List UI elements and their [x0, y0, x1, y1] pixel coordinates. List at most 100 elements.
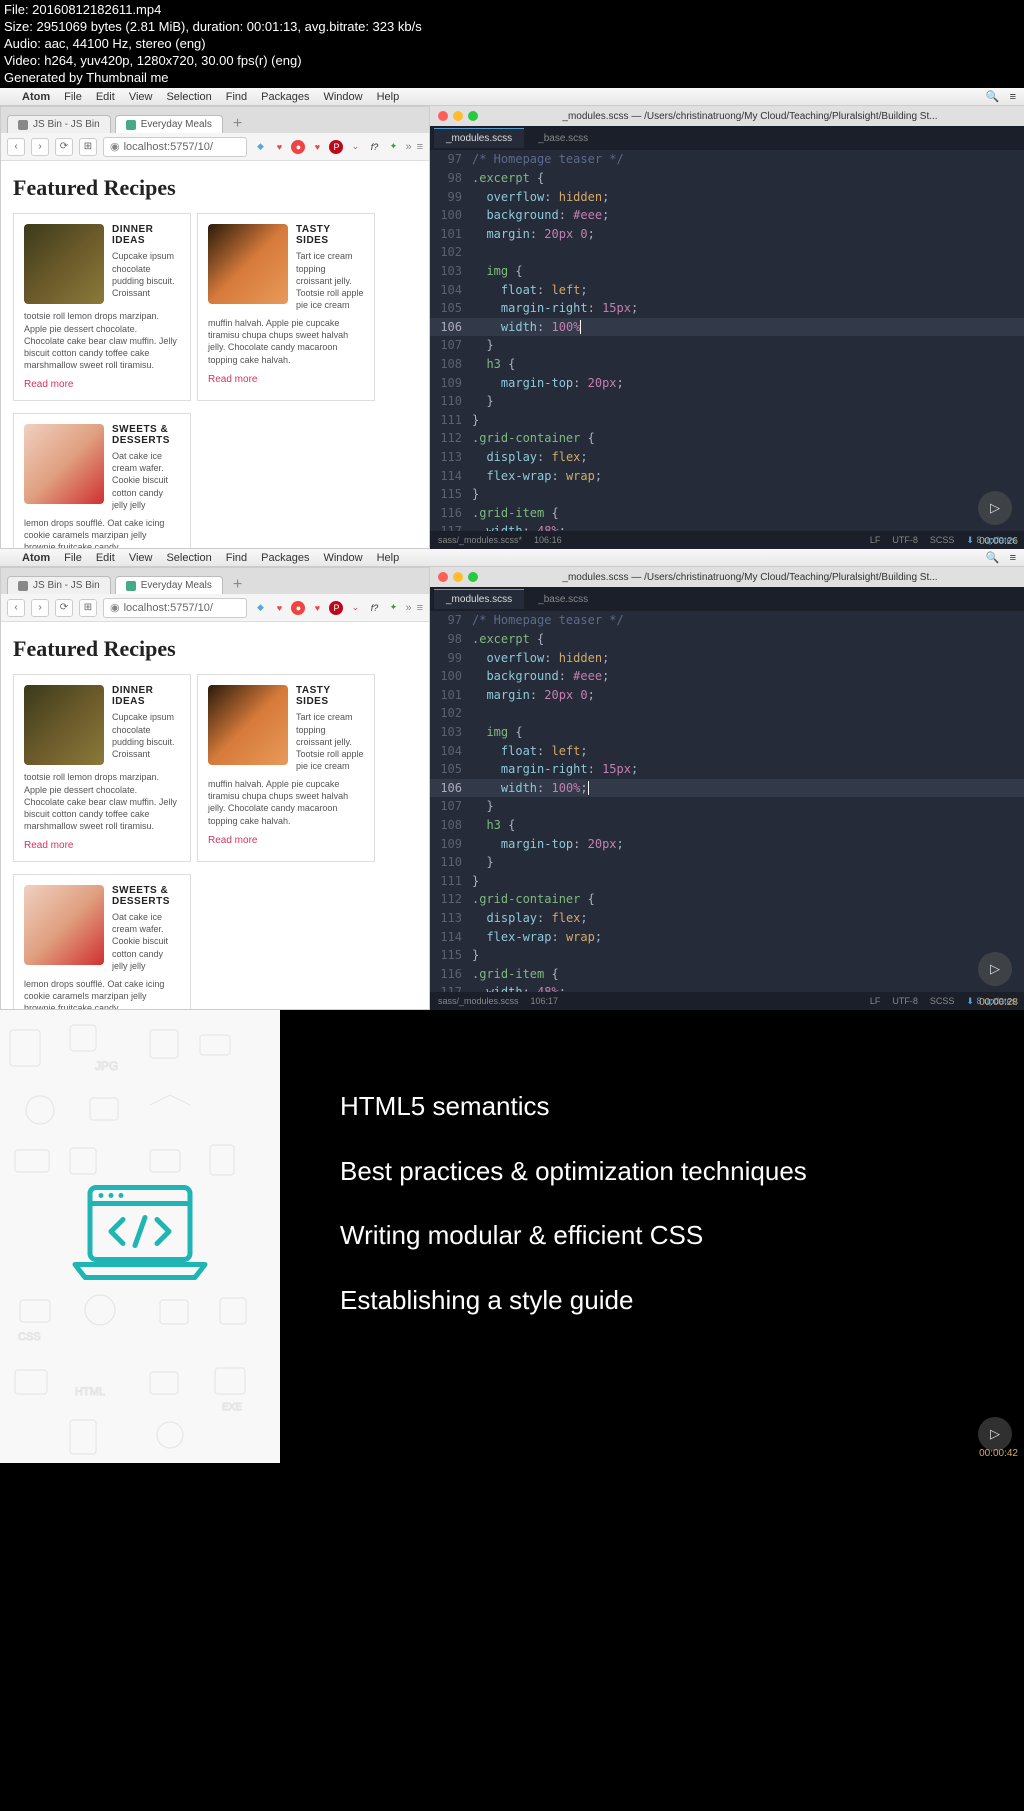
ext-icon[interactable]: f? — [367, 140, 381, 154]
page-content: Featured Recipes DINNER IDEAS Cupcake ip… — [1, 622, 429, 1009]
menu-help[interactable]: Help — [377, 91, 400, 103]
apps-button[interactable]: ⊞ — [79, 138, 97, 156]
pocket-icon[interactable]: ⌄ — [348, 601, 362, 615]
reload-button[interactable]: ⟳ — [55, 138, 73, 156]
slide-bullet: HTML5 semantics — [340, 1090, 984, 1123]
menu-icon[interactable]: ≡ — [417, 141, 423, 153]
recipe-title: SWEETS & DESSERTS — [112, 885, 180, 907]
browser-tab-meals[interactable]: Everyday Meals — [115, 115, 223, 133]
code-area[interactable]: 97/* Homepage teaser */ 98.excerpt { 99 … — [430, 611, 1024, 992]
menu-selection[interactable]: Selection — [166, 552, 211, 564]
editor-tab-base[interactable]: _base.scss — [526, 590, 600, 609]
recipe-body: tootsie roll lemon drops marzipan. Apple… — [24, 771, 180, 832]
file-info-line: Generated by Thumbnail me — [4, 70, 1020, 87]
read-more-link[interactable]: Read more — [24, 379, 180, 390]
menu-selection[interactable]: Selection — [166, 91, 211, 103]
menu-find[interactable]: Find — [226, 91, 247, 103]
code-area[interactable]: 97/* Homepage teaser */ 98.excerpt { 99 … — [430, 150, 1024, 531]
browser-tab-meals[interactable]: Everyday Meals — [115, 576, 223, 594]
ext-icon[interactable]: ♥ — [310, 601, 324, 615]
browser-tab-jsbin[interactable]: JS Bin - JS Bin — [7, 115, 111, 133]
ext-icon[interactable]: ● — [291, 601, 305, 615]
editor-titlebar: _modules.scss — /Users/christinatruong/M… — [430, 567, 1024, 587]
reload-button[interactable]: ⟳ — [55, 599, 73, 617]
timestamp: 00:00:42 — [979, 1448, 1018, 1459]
new-tab-button[interactable]: + — [227, 576, 248, 594]
back-button[interactable]: ‹ — [7, 138, 25, 156]
pinterest-icon[interactable]: P — [329, 601, 343, 615]
menu-edit[interactable]: Edit — [96, 91, 115, 103]
window-title: _modules.scss — /Users/christinatruong/M… — [484, 572, 1016, 583]
maximize-icon[interactable] — [468, 572, 478, 582]
pocket-icon[interactable]: ⌄ — [348, 140, 362, 154]
maximize-icon[interactable] — [468, 111, 478, 121]
status-lf[interactable]: LF — [870, 996, 881, 1007]
forward-button[interactable]: › — [31, 138, 49, 156]
menu-icon[interactable]: ≡ — [1010, 91, 1016, 103]
evernote-icon[interactable]: ✦ — [386, 140, 400, 154]
forward-button[interactable]: › — [31, 599, 49, 617]
ext-icon[interactable]: ♥ — [272, 601, 286, 615]
close-icon[interactable] — [438, 111, 448, 121]
overflow-icon[interactable]: » — [405, 602, 411, 614]
minimize-icon[interactable] — [453, 111, 463, 121]
evernote-icon[interactable]: ✦ — [386, 601, 400, 615]
screenshot-1: Atom File Edit View Selection Find Packa… — [0, 88, 1024, 549]
editor-statusbar: sass/_modules.scss* 106:16 LF UTF-8 SCSS… — [430, 531, 1024, 549]
recipe-title: TASTY SIDES — [296, 224, 364, 246]
menu-icon[interactable]: ≡ — [1010, 552, 1016, 564]
url-input[interactable]: ◉ localhost:5757/10/ — [103, 137, 247, 157]
menu-window[interactable]: Window — [323, 552, 362, 564]
editor-tab-base[interactable]: _base.scss — [526, 129, 600, 148]
search-icon[interactable]: 🔍 — [986, 90, 1000, 103]
status-enc[interactable]: UTF-8 — [892, 535, 918, 546]
code-editor: _modules.scss — /Users/christinatruong/M… — [430, 567, 1024, 1010]
menu-find[interactable]: Find — [226, 552, 247, 564]
menu-file[interactable]: File — [64, 552, 82, 564]
status-lf[interactable]: LF — [870, 535, 881, 546]
ext-icon[interactable]: ● — [291, 140, 305, 154]
recipe-card: SWEETS & DESSERTS Oat cake ice cream waf… — [13, 413, 191, 548]
ext-icon[interactable]: f? — [367, 601, 381, 615]
menu-window[interactable]: Window — [323, 91, 362, 103]
overflow-icon[interactable]: » — [405, 141, 411, 153]
menu-view[interactable]: View — [129, 91, 153, 103]
ext-icon[interactable]: ◆ — [253, 601, 267, 615]
ext-icon[interactable]: ◆ — [253, 140, 267, 154]
apps-button[interactable]: ⊞ — [79, 599, 97, 617]
close-icon[interactable] — [438, 572, 448, 582]
menu-app[interactable]: Atom — [22, 552, 50, 564]
menu-file[interactable]: File — [64, 91, 82, 103]
menu-app[interactable]: Atom — [22, 91, 50, 103]
editor-tab-modules[interactable]: _modules.scss — [434, 128, 524, 148]
browser-window: JS Bin - JS Bin Everyday Meals + ‹ › ⟳ ⊞… — [0, 567, 430, 1010]
editor-titlebar: _modules.scss — /Users/christinatruong/M… — [430, 106, 1024, 126]
url-input[interactable]: ◉ localhost:5757/10/ — [103, 598, 247, 618]
minimize-icon[interactable] — [453, 572, 463, 582]
back-button[interactable]: ‹ — [7, 599, 25, 617]
menu-icon[interactable]: ≡ — [417, 602, 423, 614]
ext-icon[interactable]: ♥ — [272, 140, 286, 154]
status-enc[interactable]: UTF-8 — [892, 996, 918, 1007]
menu-packages[interactable]: Packages — [261, 91, 309, 103]
status-lang[interactable]: SCSS — [930, 996, 955, 1007]
read-more-link[interactable]: Read more — [24, 840, 180, 851]
browser-tab-jsbin[interactable]: JS Bin - JS Bin — [7, 576, 111, 594]
read-more-link[interactable]: Read more — [208, 835, 364, 846]
browser-tabs: JS Bin - JS Bin Everyday Meals + — [1, 568, 429, 594]
recipe-body: muffin halvah. Apple pie cupcake tiramis… — [208, 778, 364, 827]
recipe-grid: DINNER IDEAS Cupcake ipsum chocolate pud… — [13, 213, 417, 548]
status-lang[interactable]: SCSS — [930, 535, 955, 546]
menu-edit[interactable]: Edit — [96, 552, 115, 564]
pinterest-icon[interactable]: P — [329, 140, 343, 154]
globe-icon: ◉ — [110, 140, 120, 153]
recipe-text: Tart ice cream topping croissant jelly. … — [296, 711, 364, 772]
menu-packages[interactable]: Packages — [261, 552, 309, 564]
editor-tab-modules[interactable]: _modules.scss — [434, 589, 524, 609]
menu-view[interactable]: View — [129, 552, 153, 564]
new-tab-button[interactable]: + — [227, 115, 248, 133]
ext-icon[interactable]: ♥ — [310, 140, 324, 154]
menu-help[interactable]: Help — [377, 552, 400, 564]
search-icon[interactable]: 🔍 — [986, 551, 1000, 564]
read-more-link[interactable]: Read more — [208, 374, 364, 385]
